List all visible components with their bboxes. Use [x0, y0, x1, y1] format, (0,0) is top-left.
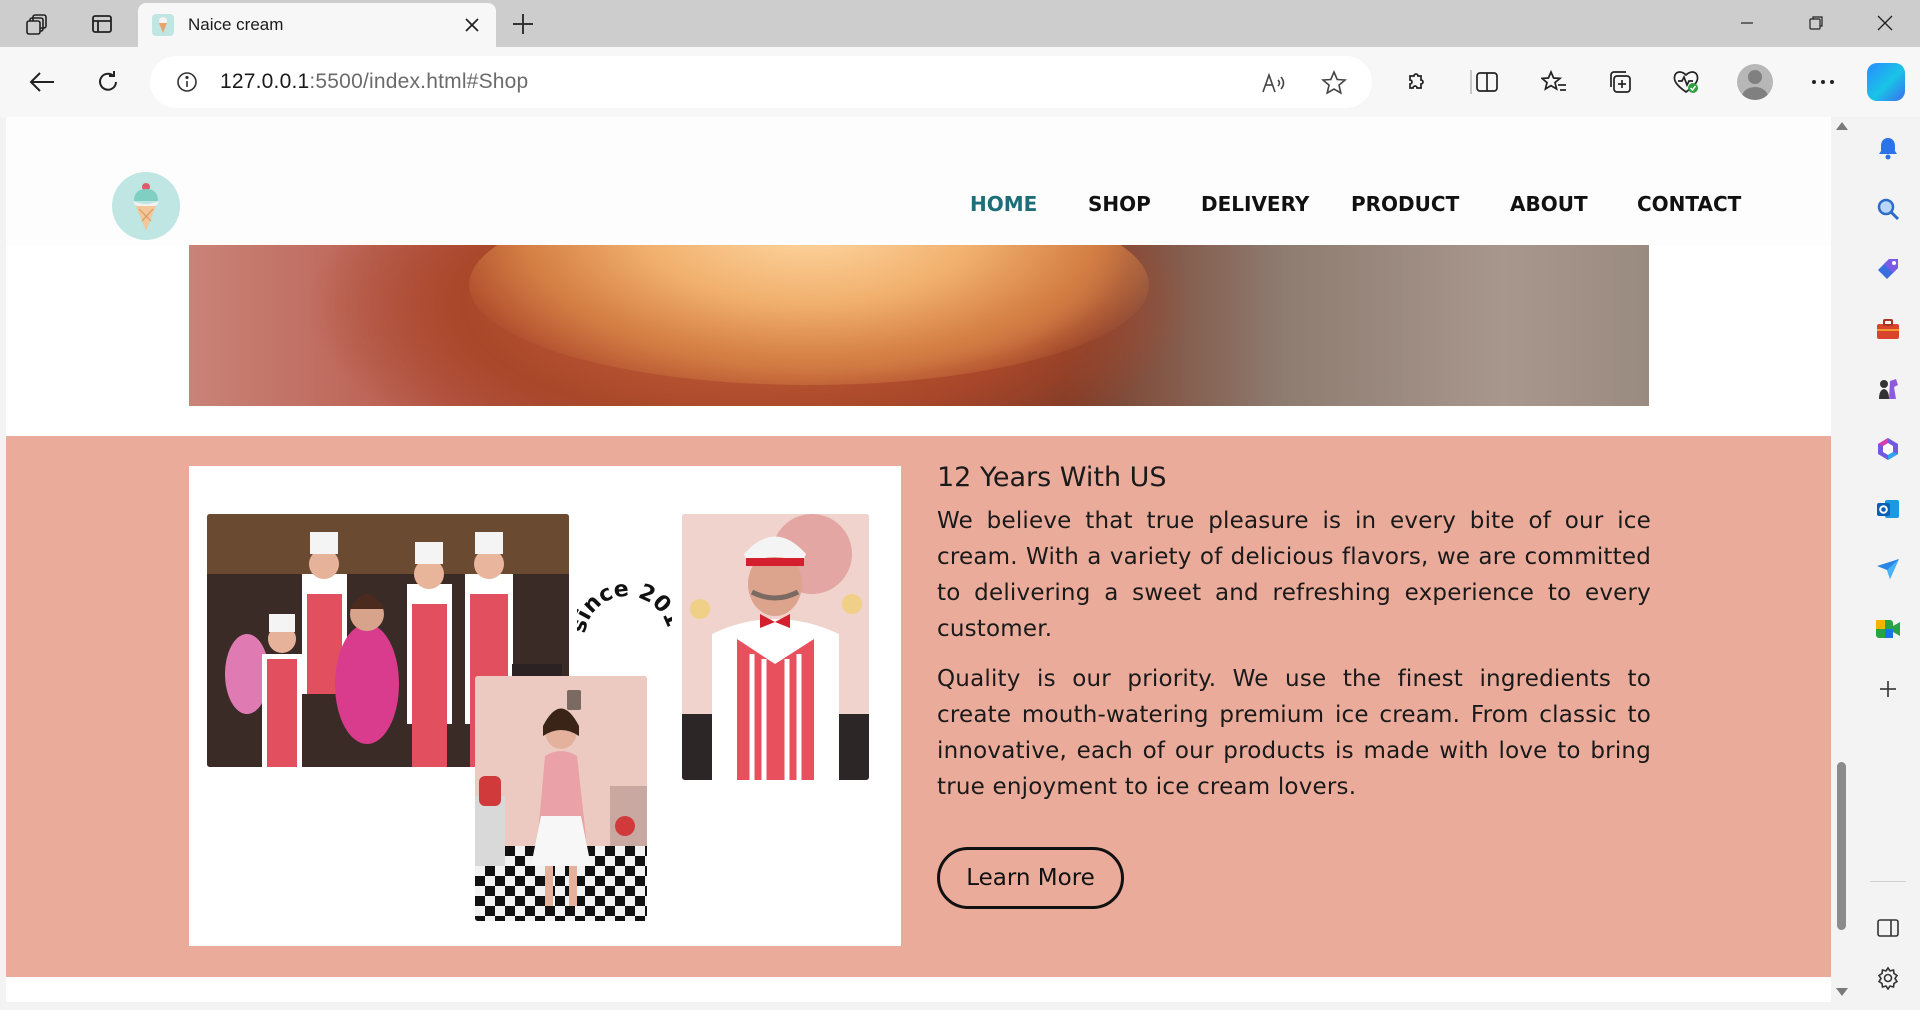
- site-header: HOME SHOP DELIVERY PRODUCT ABOUT CONTACT: [6, 117, 1831, 245]
- read-aloud-icon[interactable]: [1260, 69, 1288, 97]
- close-window-button[interactable]: [1862, 8, 1908, 38]
- collections-icon[interactable]: [1604, 66, 1636, 98]
- browser-tab-active[interactable]: Naice cream: [138, 3, 496, 47]
- minimize-button[interactable]: [1724, 8, 1770, 38]
- about-title: 12 Years With US: [937, 462, 1167, 493]
- learn-more-button[interactable]: Learn More: [937, 847, 1124, 909]
- ice-cream-logo-icon[interactable]: [112, 172, 180, 240]
- about-section: since 2012 12 Years With US We believe t…: [6, 436, 1831, 977]
- profile-avatar[interactable]: [1737, 64, 1773, 100]
- tab-title: Naice cream: [188, 15, 284, 34]
- copilot-icon[interactable]: [1867, 63, 1905, 101]
- browser-toolbar: 127.0.0.1:5500/index.html#Shop: [0, 47, 1920, 117]
- hide-sidebar-icon[interactable]: [1874, 914, 1902, 942]
- browser-essentials-icon[interactable]: [1670, 66, 1702, 98]
- search-icon[interactable]: [1874, 195, 1902, 223]
- photo-collage: since 2012: [189, 466, 901, 946]
- restore-button[interactable]: [1793, 8, 1839, 38]
- browser-titlebar: Naice cream: [0, 0, 1920, 47]
- about-content: 12 Years With US We believe that true pl…: [937, 462, 1651, 819]
- send-paper-plane-icon[interactable]: [1874, 555, 1902, 583]
- address-bar[interactable]: 127.0.0.1:5500/index.html#Shop: [150, 56, 1372, 108]
- favorites-icon[interactable]: [1538, 66, 1570, 98]
- diner-waitress-photo: [475, 676, 647, 921]
- svg-text:since 2012: since 2012: [577, 576, 672, 635]
- scrollbar-thumb[interactable]: [1837, 762, 1846, 930]
- nav-contact[interactable]: CONTACT: [1637, 192, 1741, 216]
- workspaces-icon[interactable]: [24, 10, 52, 38]
- ice-cream-favicon-icon: [152, 14, 174, 36]
- since-2012-stamp: since 2012: [566, 557, 686, 642]
- url-text: 127.0.0.1:5500/index.html#Shop: [220, 70, 529, 93]
- browser-sidebar: [1856, 117, 1920, 1010]
- close-tab-icon[interactable]: [462, 15, 482, 35]
- about-paragraph-1: We believe that true pleasure is in ever…: [937, 508, 1651, 642]
- hero-ice-cream-image: [189, 245, 1649, 406]
- nav-delivery[interactable]: DELIVERY: [1201, 192, 1309, 216]
- nav-product[interactable]: PRODUCT: [1351, 192, 1459, 216]
- favorite-star-icon[interactable]: [1320, 69, 1348, 97]
- more-options-icon[interactable]: [1807, 66, 1839, 98]
- about-paragraph-2: Quality is our priority. We use the fine…: [937, 666, 1651, 800]
- back-button[interactable]: [26, 66, 58, 98]
- refresh-button[interactable]: [92, 66, 124, 98]
- add-sidebar-app-icon[interactable]: [1874, 675, 1902, 703]
- sidebar-divider: [1870, 881, 1906, 882]
- nav-about[interactable]: ABOUT: [1510, 192, 1588, 216]
- tools-briefcase-icon[interactable]: [1874, 315, 1902, 343]
- meet-video-icon[interactable]: [1874, 615, 1902, 643]
- notifications-bell-icon[interactable]: [1874, 134, 1902, 162]
- tab-actions-icon[interactable]: [88, 10, 116, 38]
- nav-home[interactable]: HOME: [970, 192, 1037, 216]
- new-tab-button[interactable]: [508, 9, 538, 39]
- microsoft-365-icon[interactable]: [1874, 435, 1902, 463]
- settings-gear-icon[interactable]: [1874, 964, 1902, 992]
- scroll-up-arrow-icon[interactable]: [1836, 122, 1848, 130]
- games-chess-icon[interactable]: [1874, 375, 1902, 403]
- site-info-icon[interactable]: [174, 69, 200, 95]
- shopping-tag-icon[interactable]: [1874, 255, 1902, 283]
- split-screen-icon[interactable]: [1471, 66, 1503, 98]
- hero-cone-highlight: [469, 245, 1149, 385]
- outlook-icon[interactable]: [1874, 495, 1902, 523]
- page-scrollbar[interactable]: [1831, 117, 1851, 1002]
- vendor-portrait-photo: [682, 514, 869, 780]
- nav-shop[interactable]: SHOP: [1088, 192, 1151, 216]
- page-viewport[interactable]: HOME SHOP DELIVERY PRODUCT ABOUT CONTACT: [6, 117, 1831, 1002]
- extensions-icon[interactable]: [1398, 66, 1430, 98]
- scroll-down-arrow-icon[interactable]: [1836, 988, 1848, 996]
